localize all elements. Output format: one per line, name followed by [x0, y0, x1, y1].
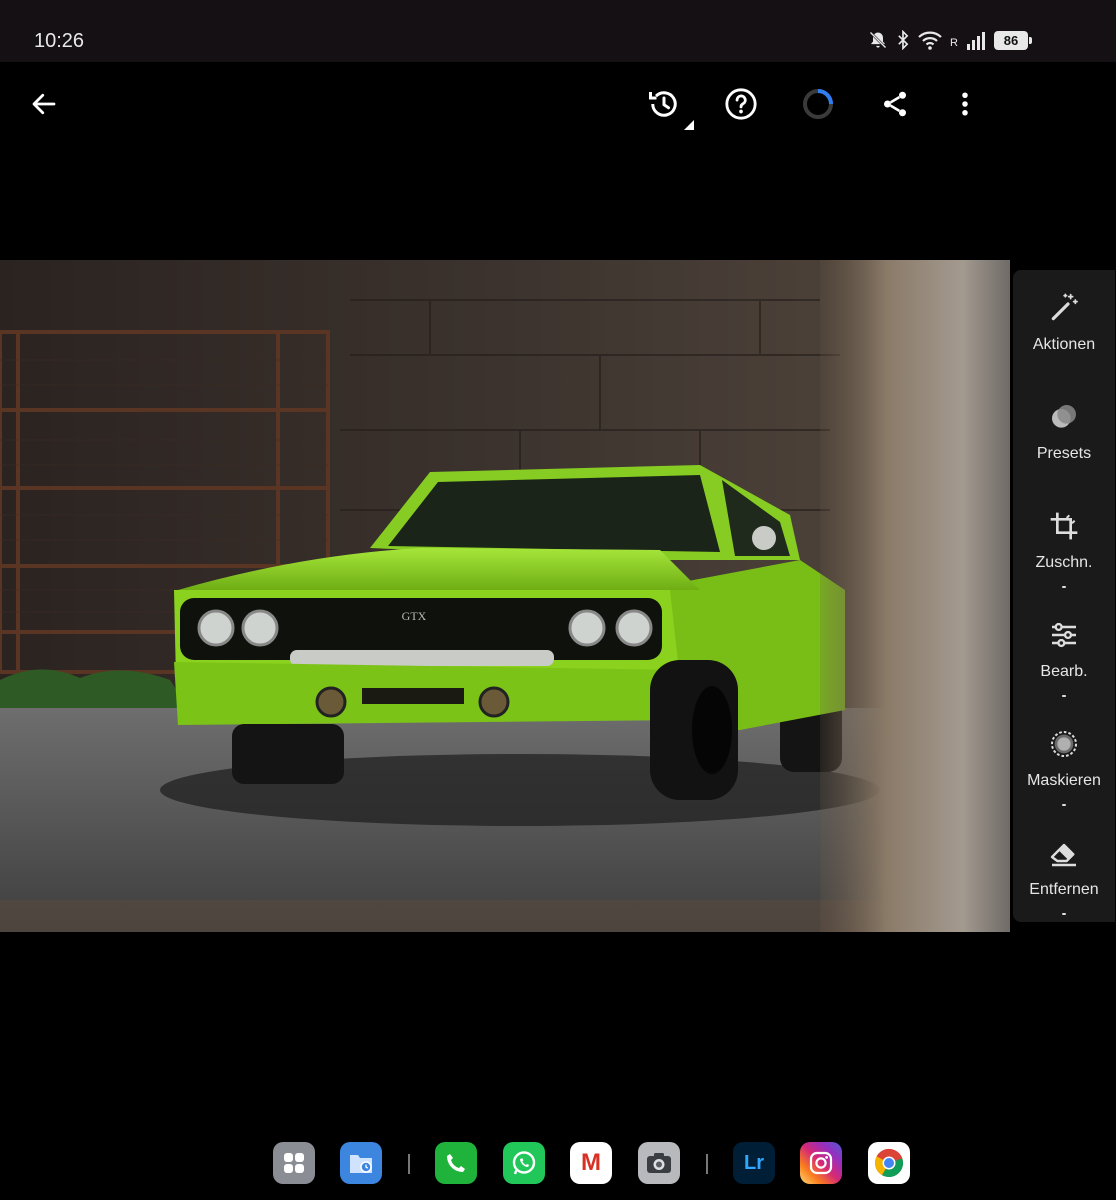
files-icon[interactable]	[340, 1142, 382, 1184]
more-indicator	[1062, 586, 1066, 588]
status-time: 10:26	[34, 30, 85, 52]
tool-label: Zuschn.	[1035, 554, 1093, 571]
sliders-icon	[1048, 615, 1080, 655]
photo-canvas[interactable]: GTX	[0, 260, 1010, 932]
whatsapp-icon[interactable]	[503, 1142, 545, 1184]
grille-badge: GTX	[402, 609, 427, 623]
tool-label: Maskieren	[1027, 772, 1101, 789]
battery-icon: 86	[994, 30, 1032, 50]
tool-maskieren[interactable]: Maskieren	[1013, 706, 1115, 806]
more-indicator	[1062, 695, 1066, 697]
signal-icon	[966, 30, 986, 50]
more-indicator	[1062, 804, 1066, 806]
phone-icon[interactable]	[435, 1142, 477, 1184]
tool-label: Entfernen	[1029, 881, 1099, 898]
tool-entfernen[interactable]: Entfernen	[1013, 815, 1115, 915]
lightroom-icon[interactable]: Lr	[733, 1142, 775, 1184]
instagram-icon[interactable]	[800, 1142, 842, 1184]
sync-progress[interactable]	[796, 84, 840, 128]
crop-icon	[1048, 506, 1080, 546]
top-toolbar	[0, 62, 1116, 152]
sync-progress-icon	[801, 87, 835, 126]
status-bar: 10:26 R 86	[0, 0, 1116, 62]
dock-separator	[706, 1154, 708, 1174]
chrome-icon[interactable]	[868, 1142, 910, 1184]
tool-label: Presets	[1036, 445, 1092, 462]
signal-label: R	[950, 37, 958, 49]
eraser-icon	[1048, 833, 1080, 873]
mask-icon	[1048, 724, 1080, 764]
car-photo: GTX	[0, 260, 1010, 932]
more-indicator	[1062, 913, 1066, 915]
back-icon	[29, 89, 59, 124]
app-dock: M Lr	[0, 1142, 1116, 1186]
magic-wand-icon	[1048, 288, 1080, 328]
tool-label: Bearb.	[1040, 663, 1088, 680]
status-icons: R 86	[868, 30, 1032, 50]
tool-presets[interactable]: Presets	[1013, 379, 1115, 479]
share-icon	[880, 89, 910, 124]
dock-separator	[408, 1154, 410, 1174]
share-button[interactable]	[873, 84, 917, 128]
back-button[interactable]	[22, 84, 66, 128]
tool-aktionen[interactable]: Aktionen	[1013, 270, 1115, 370]
help-button[interactable]	[719, 84, 763, 128]
more-vert-icon	[950, 89, 980, 124]
bluetooth-icon	[896, 30, 910, 50]
history-button[interactable]	[642, 84, 694, 130]
tool-bearb[interactable]: Bearb.	[1013, 597, 1115, 697]
tool-zuschn[interactable]: Zuschn.	[1013, 488, 1115, 588]
tool-panel: Aktionen Presets Zuschn. Bearb. Maskiere…	[1013, 270, 1115, 922]
history-icon	[646, 86, 682, 127]
tool-label: Aktionen	[1032, 336, 1096, 353]
more-button[interactable]	[943, 84, 987, 128]
gmail-icon[interactable]: M	[570, 1142, 612, 1184]
camera-icon[interactable]	[638, 1142, 680, 1184]
bell-off-icon	[868, 30, 888, 50]
presets-icon	[1048, 397, 1080, 437]
help-icon	[724, 87, 758, 126]
app-drawer-icon[interactable]	[273, 1142, 315, 1184]
wifi-icon	[918, 30, 942, 50]
